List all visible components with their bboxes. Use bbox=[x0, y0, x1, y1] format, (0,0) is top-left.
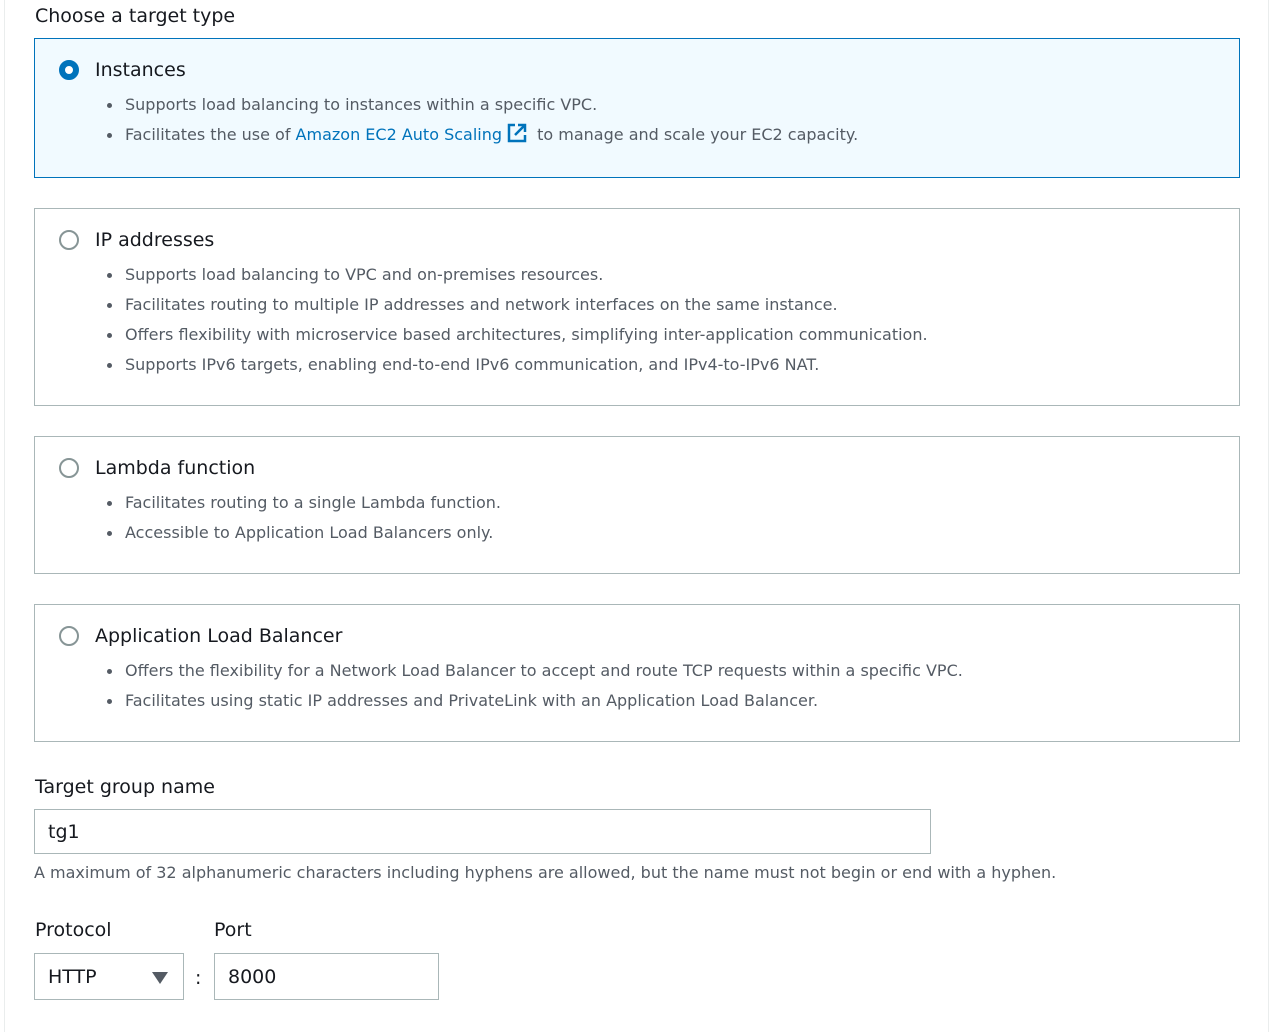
target-group-name-input[interactable] bbox=[34, 809, 931, 854]
ip-addresses-bullet: Supports IPv6 targets, enabling end-to-e… bbox=[95, 350, 928, 380]
ip-addresses-bullets: Supports load balancing to VPC and on-pr… bbox=[95, 260, 928, 380]
caret-down-icon bbox=[152, 972, 168, 984]
instances-link-bullet: Facilitates the use of Amazon EC2 Auto S… bbox=[95, 120, 858, 154]
alb-bullet: Offers the flexibility for a Network Loa… bbox=[95, 656, 963, 686]
lambda-bullets: Facilitates routing to a single Lambda f… bbox=[95, 488, 501, 548]
instances-link-suffix: to manage and scale your EC2 capacity. bbox=[532, 125, 859, 144]
target-type-heading: Choose a target type bbox=[35, 5, 236, 27]
alb-radio[interactable] bbox=[59, 626, 79, 646]
ip-addresses-bullet: Facilitates routing to multiple IP addre… bbox=[95, 290, 928, 320]
target-group-name-label: Target group name bbox=[35, 776, 215, 798]
lambda-radio[interactable] bbox=[59, 458, 79, 478]
port-label: Port bbox=[214, 919, 252, 941]
page-right-border bbox=[1268, 0, 1269, 1032]
ip-addresses-radio[interactable] bbox=[59, 230, 79, 250]
protocol-port-separator: : bbox=[195, 967, 202, 989]
instances-radio[interactable] bbox=[59, 60, 79, 80]
alb-title: Application Load Balancer bbox=[95, 625, 343, 647]
port-input[interactable] bbox=[214, 953, 439, 1000]
target-type-tile-instances[interactable]: Instances Supports load balancing to ins… bbox=[34, 38, 1240, 178]
page-left-border bbox=[4, 0, 5, 1032]
protocol-label: Protocol bbox=[35, 919, 112, 941]
alb-bullet: Facilitates using static IP addresses an… bbox=[95, 686, 963, 716]
target-type-tile-ip-addresses[interactable]: IP addresses Supports load balancing to … bbox=[34, 208, 1240, 406]
lambda-bullet: Facilitates routing to a single Lambda f… bbox=[95, 488, 501, 518]
instances-title: Instances bbox=[95, 59, 186, 81]
protocol-selected-value: HTTP bbox=[48, 966, 97, 988]
alb-bullets: Offers the flexibility for a Network Loa… bbox=[95, 656, 963, 716]
protocol-select[interactable]: HTTP bbox=[34, 953, 184, 1000]
ip-addresses-title: IP addresses bbox=[95, 229, 215, 251]
instances-bullet: Supports load balancing to instances wit… bbox=[95, 90, 858, 120]
lambda-bullet: Accessible to Application Load Balancers… bbox=[95, 518, 501, 548]
target-type-tile-alb[interactable]: Application Load Balancer Offers the fle… bbox=[34, 604, 1240, 742]
instances-link-prefix: Facilitates the use of bbox=[125, 125, 296, 144]
ip-addresses-bullet: Offers flexibility with microservice bas… bbox=[95, 320, 928, 350]
ec2-auto-scaling-link[interactable]: Amazon EC2 Auto Scaling bbox=[296, 125, 502, 144]
target-type-tile-lambda[interactable]: Lambda function Facilitates routing to a… bbox=[34, 436, 1240, 574]
external-link-icon[interactable] bbox=[506, 122, 528, 154]
instances-bullets: Supports load balancing to instances wit… bbox=[95, 90, 858, 154]
target-group-name-constraint: A maximum of 32 alphanumeric characters … bbox=[34, 863, 1057, 882]
ip-addresses-bullet: Supports load balancing to VPC and on-pr… bbox=[95, 260, 928, 290]
lambda-title: Lambda function bbox=[95, 457, 256, 479]
